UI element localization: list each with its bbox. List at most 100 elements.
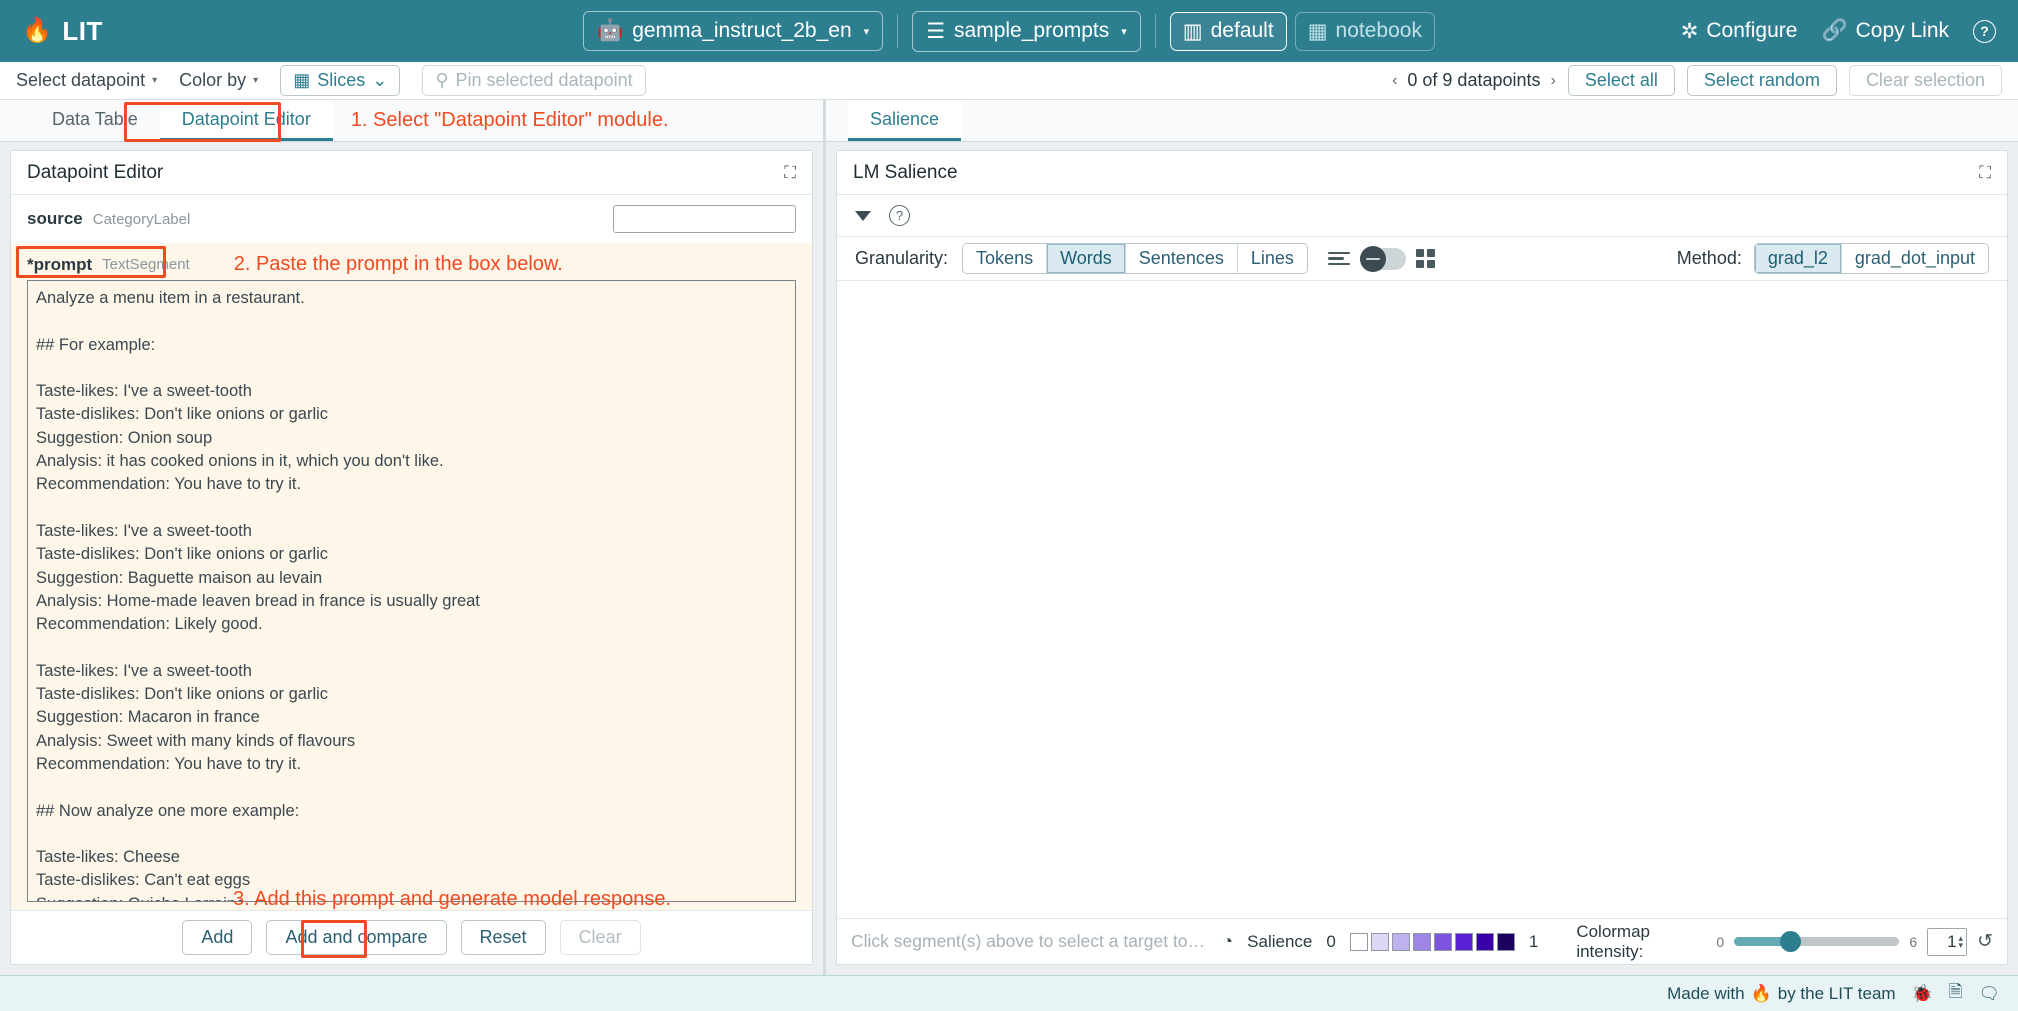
datapoint-editor-actions: Add Add and compare Reset Clear	[11, 910, 812, 964]
feedback-icon[interactable]: 🗨	[1978, 984, 2000, 1004]
prompt-textarea[interactable]	[27, 280, 796, 902]
bug-icon[interactable]: 🐞	[1912, 984, 1933, 1004]
chevron-down-icon: ▾	[152, 75, 157, 86]
granularity-label: Granularity:	[855, 248, 948, 269]
layout-default-label: default	[1211, 19, 1274, 43]
chevron-down-icon: ⌄	[372, 70, 387, 91]
granularity-segmented-control: Tokens Words Sentences Lines	[962, 243, 1308, 274]
expand-icon[interactable]: ⛶	[784, 163, 796, 183]
module-title: LM Salience	[853, 162, 958, 184]
clear-button[interactable]: Clear	[560, 920, 641, 955]
slider-thumb[interactable]	[1780, 931, 1801, 952]
link-icon: 🔗	[1821, 19, 1847, 43]
info-icon[interactable]: ?	[889, 205, 910, 226]
grid-view-icon[interactable]	[1416, 249, 1435, 268]
salience-top-toolbar: ?	[837, 195, 2007, 237]
select-datapoint-label: Select datapoint	[16, 70, 145, 91]
method-option-grad-l2[interactable]: grad_l2	[1755, 244, 1842, 273]
list-view-icon[interactable]	[1328, 252, 1350, 266]
next-datapoint-icon[interactable]: ›	[1551, 72, 1556, 90]
select-all-button[interactable]: Select all	[1568, 65, 1675, 96]
copy-link-button[interactable]: 🔗 Copy Link	[1821, 19, 1949, 43]
salience-legend-label: Salience	[1247, 932, 1312, 952]
dataset-selector[interactable]: ☰ sample_prompts ▾	[912, 11, 1141, 52]
granularity-option-words[interactable]: Words	[1047, 244, 1126, 273]
slider-min-label: 0	[1716, 934, 1724, 950]
lm-salience-header: LM Salience ⛶	[837, 151, 2007, 195]
swatch-0	[1350, 933, 1368, 951]
tab-datapoint-editor[interactable]: Datapoint Editor	[160, 100, 333, 141]
slices-button[interactable]: ▦ Slices ⌄	[280, 65, 400, 96]
robot-icon: 🤖	[597, 19, 623, 43]
toolbar-right-group: ‹ 0 of 9 datapoints › Select all Select …	[1392, 65, 2002, 96]
configure-label: Configure	[1706, 19, 1797, 43]
chevron-down-icon: ▾	[1121, 25, 1127, 38]
expand-icon[interactable]: ⛶	[1979, 163, 1991, 183]
field-label-source: source	[27, 209, 83, 229]
tab-data-table[interactable]: Data Table	[30, 100, 160, 141]
reset-button[interactable]: Reset	[461, 920, 546, 955]
datapoint-count-label: 0 of 9 datapoints	[1407, 70, 1540, 91]
right-tabstrip: Salience	[826, 100, 2018, 142]
prev-datapoint-icon[interactable]: ‹	[1392, 72, 1397, 90]
colormap-intensity-slider[interactable]	[1734, 937, 1899, 946]
chevron-down-icon: ▾	[253, 75, 258, 86]
module-title: Datapoint Editor	[27, 162, 163, 184]
tab-salience[interactable]: Salience	[848, 100, 961, 141]
copy-link-label: Copy Link	[1856, 19, 1949, 43]
header-divider	[897, 14, 898, 48]
configure-button[interactable]: ✲ Configure	[1681, 19, 1798, 44]
slices-label: Slices	[317, 70, 365, 91]
slider-fill	[1734, 937, 1787, 946]
colormap-intensity-control: Colormap intensity: 0 6 1 ▴▾ ↺	[1576, 922, 1993, 962]
select-datapoint-dropdown[interactable]: Select datapoint ▾	[16, 70, 157, 91]
color-by-dropdown[interactable]: Color by ▾	[179, 70, 258, 91]
header-divider	[1155, 14, 1156, 48]
add-button[interactable]: Add	[182, 920, 252, 955]
help-icon[interactable]: ?	[1973, 20, 1996, 43]
add-and-compare-button[interactable]: Add and compare	[266, 920, 446, 955]
layout-default-button[interactable]: ▥ default	[1170, 12, 1287, 51]
salience-color-swatches	[1350, 933, 1515, 951]
stepper-icon[interactable]: ▴▾	[1959, 935, 1964, 949]
intensity-number-input[interactable]: 1 ▴▾	[1927, 928, 1967, 956]
layout-grid-icon: ▥	[1183, 19, 1203, 44]
clear-selection-button[interactable]: Clear selection	[1849, 65, 2002, 96]
dataset-icon: ☰	[926, 19, 945, 44]
main-toolbar: Select datapoint ▾ Color by ▾ ▦ Slices ⌄…	[0, 62, 2018, 100]
right-pane: Salience LM Salience ⛶ ? Granularity: To…	[826, 100, 2018, 975]
field-row-prompt: *prompt TextSegment 2. Paste the prompt …	[11, 243, 812, 280]
prompt-field-wrapper	[11, 280, 812, 910]
field-type-prompt: TextSegment	[102, 256, 190, 273]
pin-icon: ⚲	[435, 70, 448, 91]
swatch-1	[1371, 933, 1389, 951]
view-mode-toggle[interactable]	[1360, 248, 1406, 270]
lm-salience-body: ? Granularity: Tokens Words Sentences Li…	[837, 195, 2007, 964]
granularity-option-lines[interactable]: Lines	[1238, 244, 1307, 273]
gear-icon: ✲	[1681, 19, 1699, 44]
method-option-grad-dot-input[interactable]: grad_dot_input	[1842, 244, 1988, 273]
layout-notebook-button[interactable]: ▦ notebook	[1295, 12, 1435, 51]
select-random-button[interactable]: Select random	[1687, 65, 1837, 96]
datapoint-editor-body: source CategoryLabel *prompt TextSegment…	[11, 195, 812, 964]
swatch-7	[1497, 933, 1515, 951]
salience-scale-max: 1	[1529, 932, 1538, 952]
app-footer: Made with 🔥 by the LIT team 🐞 🗎 🗨	[0, 975, 2018, 1011]
granularity-option-tokens[interactable]: Tokens	[963, 244, 1047, 273]
main-split: Data Table Datapoint Editor 1. Select "D…	[0, 100, 2018, 975]
granularity-option-sentences[interactable]: Sentences	[1126, 244, 1238, 273]
collapse-caret-icon[interactable]	[855, 211, 871, 221]
colormap-intensity-label: Colormap intensity:	[1576, 922, 1706, 962]
chevron-down-icon: ▾	[864, 25, 870, 38]
dataset-selector-label: sample_prompts	[954, 19, 1109, 43]
salience-scale-min: 0	[1326, 932, 1335, 952]
pin-selected-datapoint-button[interactable]: ⚲ Pin selected datapoint	[422, 65, 645, 96]
datapoint-editor-header: Datapoint Editor ⛶	[11, 151, 812, 195]
source-input[interactable]	[613, 205, 796, 233]
model-selector[interactable]: 🤖 gemma_instruct_2b_en ▾	[583, 11, 883, 51]
lm-salience-module: LM Salience ⛶ ? Granularity: Tokens Word…	[836, 150, 2008, 965]
reset-icon[interactable]: ↺	[1977, 930, 1993, 953]
field-label-prompt: *prompt	[27, 255, 92, 275]
left-tabstrip: Data Table Datapoint Editor 1. Select "D…	[0, 100, 823, 142]
doc-search-icon[interactable]: 🗎	[1949, 979, 1963, 1008]
